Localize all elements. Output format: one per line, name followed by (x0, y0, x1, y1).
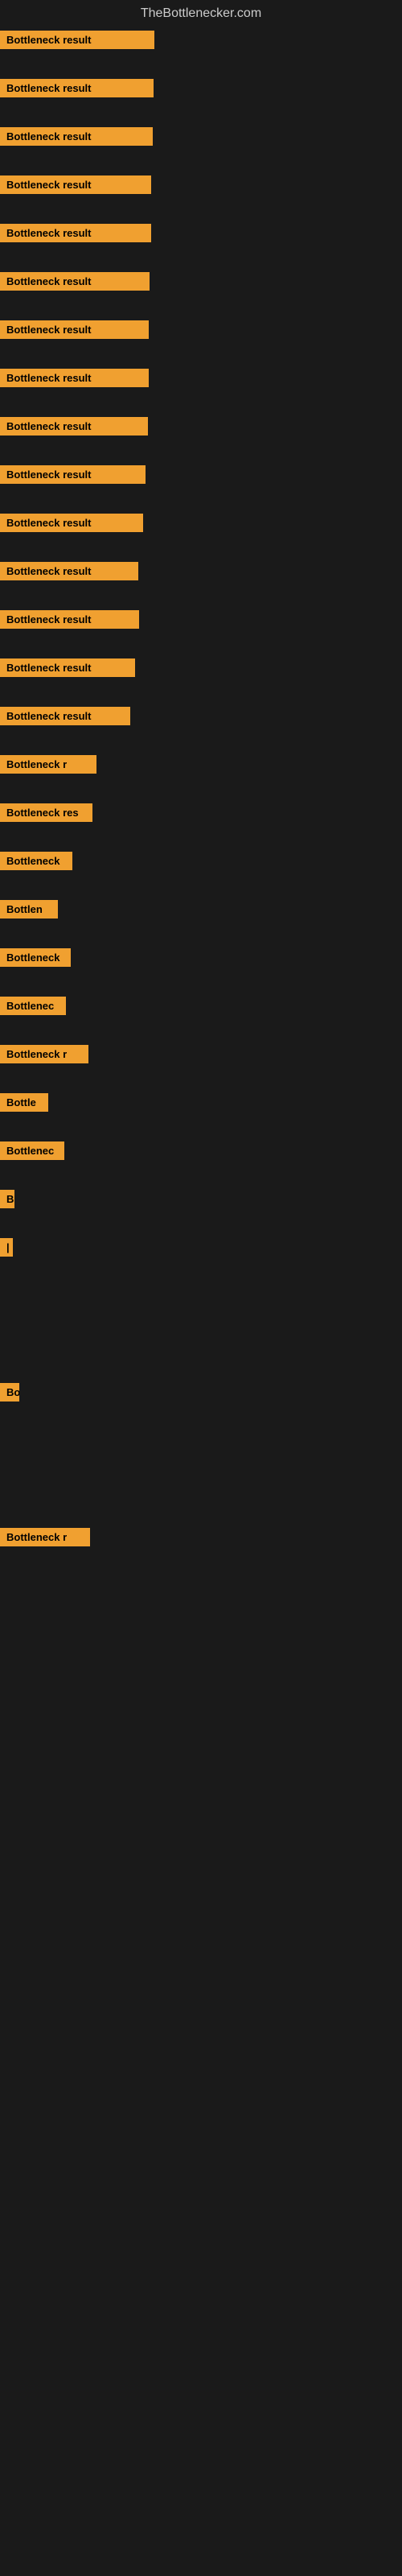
bottleneck-row-29: Bo (0, 1380, 402, 1428)
site-title-container: TheBottlenecker.com (0, 0, 402, 27)
bottleneck-row-3: Bottleneck result (0, 124, 402, 172)
bottleneck-row-23: Bottle (0, 1090, 402, 1138)
bottleneck-badge-12[interactable]: Bottleneck result (0, 562, 138, 580)
bottleneck-row-10: Bottleneck result (0, 462, 402, 510)
bottleneck-row-11: Bottleneck result (0, 510, 402, 559)
rows-container: Bottleneck result Bottleneck result Bottle… (0, 27, 402, 1670)
bottleneck-row-7: Bottleneck result (0, 317, 402, 365)
bottleneck-row-30 (0, 1428, 402, 1476)
bottleneck-badge-21[interactable]: Bottlenec (0, 997, 66, 1015)
bottleneck-row-8: Bottleneck result (0, 365, 402, 414)
bottleneck-badge-2[interactable]: Bottleneck result (0, 79, 154, 97)
bottleneck-badge-24[interactable]: Bottlenec (0, 1141, 64, 1160)
bottleneck-row-5: Bottleneck result (0, 221, 402, 269)
bottleneck-row-32: Bottleneck r (0, 1525, 402, 1573)
bottleneck-row-16: Bottleneck r (0, 752, 402, 800)
bottleneck-row-4: Bottleneck result (0, 172, 402, 221)
bottleneck-row-9: Bottleneck result (0, 414, 402, 462)
bottleneck-row-26: | (0, 1235, 402, 1283)
bottleneck-row-20: Bottleneck (0, 945, 402, 993)
bottleneck-row-24: Bottlenec (0, 1138, 402, 1187)
bottleneck-badge-1[interactable]: Bottleneck result (0, 31, 154, 49)
bottleneck-badge-29[interactable]: Bo (0, 1383, 19, 1402)
bottleneck-row-25: B (0, 1187, 402, 1235)
bottleneck-row-34 (0, 1621, 402, 1670)
bottleneck-row-13: Bottleneck result (0, 607, 402, 655)
bottleneck-badge-26[interactable]: | (0, 1238, 13, 1257)
site-title: TheBottlenecker.com (141, 0, 261, 27)
bottleneck-badge-9[interactable]: Bottleneck result (0, 417, 148, 436)
bottleneck-badge-15[interactable]: Bottleneck result (0, 707, 130, 725)
bottleneck-badge-7[interactable]: Bottleneck result (0, 320, 149, 339)
bottleneck-row-15: Bottleneck result (0, 704, 402, 752)
bottleneck-row-14: Bottleneck result (0, 655, 402, 704)
bottleneck-row-19: Bottlen (0, 897, 402, 945)
bottleneck-row-6: Bottleneck result (0, 269, 402, 317)
bottleneck-badge-18[interactable]: Bottleneck (0, 852, 72, 870)
bottleneck-row-2: Bottleneck result (0, 76, 402, 124)
bottleneck-badge-23[interactable]: Bottle (0, 1093, 48, 1112)
bottleneck-badge-10[interactable]: Bottleneck result (0, 465, 146, 484)
bottleneck-badge-5[interactable]: Bottleneck result (0, 224, 151, 242)
bottleneck-badge-8[interactable]: Bottleneck result (0, 369, 149, 387)
bottleneck-badge-3[interactable]: Bottleneck result (0, 127, 153, 146)
bottleneck-row-31 (0, 1476, 402, 1525)
bottleneck-badge-32[interactable]: Bottleneck r (0, 1528, 90, 1546)
bottleneck-badge-25[interactable]: B (0, 1190, 14, 1208)
bottleneck-row-27 (0, 1283, 402, 1331)
bottleneck-row-22: Bottleneck r (0, 1042, 402, 1090)
bottleneck-badge-16[interactable]: Bottleneck r (0, 755, 96, 774)
bottleneck-row-33 (0, 1573, 402, 1621)
bottleneck-badge-17[interactable]: Bottleneck res (0, 803, 92, 822)
bottleneck-row-21: Bottlenec (0, 993, 402, 1042)
bottleneck-badge-14[interactable]: Bottleneck result (0, 658, 135, 677)
bottleneck-badge-20[interactable]: Bottleneck (0, 948, 71, 967)
bottleneck-badge-6[interactable]: Bottleneck result (0, 272, 150, 291)
bottleneck-row-17: Bottleneck res (0, 800, 402, 848)
bottleneck-badge-4[interactable]: Bottleneck result (0, 175, 151, 194)
bottleneck-row-28 (0, 1331, 402, 1380)
bottleneck-badge-19[interactable]: Bottlen (0, 900, 58, 919)
bottleneck-row-18: Bottleneck (0, 848, 402, 897)
bottleneck-badge-22[interactable]: Bottleneck r (0, 1045, 88, 1063)
bottleneck-row-1: Bottleneck result (0, 27, 402, 76)
bottleneck-row-12: Bottleneck result (0, 559, 402, 607)
bottleneck-badge-13[interactable]: Bottleneck result (0, 610, 139, 629)
bottleneck-badge-11[interactable]: Bottleneck result (0, 514, 143, 532)
